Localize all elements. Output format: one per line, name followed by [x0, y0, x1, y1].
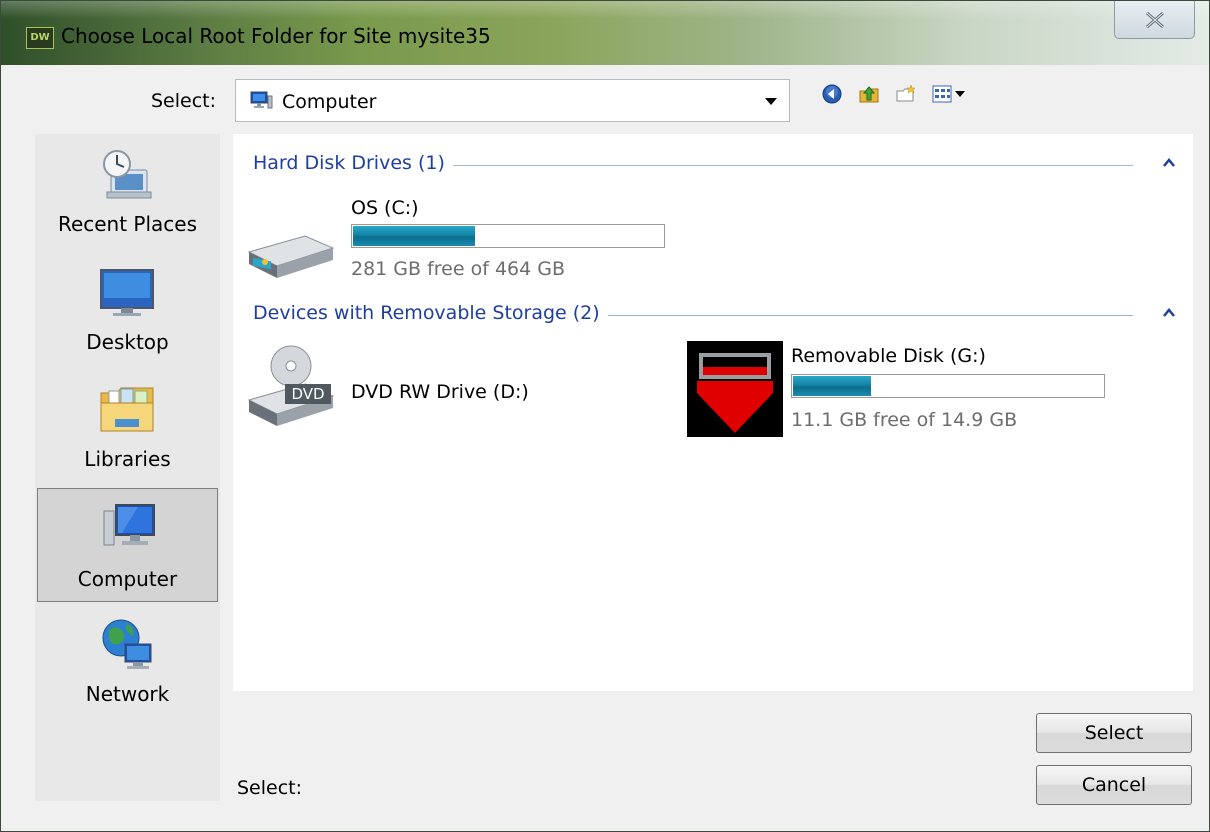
- dreamweaver-app-icon: DW: [26, 27, 54, 49]
- title-bar[interactable]: DW Choose Local Root Folder for Site mys…: [1, 1, 1209, 65]
- drive-free-space: 281 GB free of 464 GB: [351, 258, 566, 280]
- chevron-down-icon[interactable]: [765, 98, 777, 105]
- drive-name: OS (C:): [351, 197, 419, 219]
- removable-disk-icon: [687, 341, 783, 437]
- drive-item-d[interactable]: DVD DVD RW Drive (D:): [245, 344, 645, 436]
- drive-usage-bar: [351, 224, 665, 248]
- cancel-button[interactable]: Cancel: [1036, 765, 1192, 805]
- drive-usage-fill: [353, 226, 475, 246]
- location-text: Computer: [282, 91, 377, 113]
- places-bar: Recent Places Desktop Libraries Computer…: [35, 134, 220, 801]
- close-button[interactable]: [1114, 1, 1195, 39]
- place-libraries[interactable]: Libraries: [37, 369, 218, 483]
- dialog-window: DW Choose Local Root Folder for Site mys…: [0, 0, 1210, 832]
- computer-icon: [103, 504, 155, 546]
- drive-item-g[interactable]: Removable Disk (G:) 11.1 GB free of 14.9…: [687, 341, 1127, 437]
- group-title: Devices with Removable Storage (2): [253, 302, 608, 324]
- desktop-icon: [100, 269, 154, 316]
- place-recent-places[interactable]: Recent Places: [37, 134, 218, 248]
- network-icon: [102, 619, 152, 669]
- close-icon: [1146, 11, 1164, 29]
- new-folder-icon[interactable]: [895, 83, 917, 105]
- chevron-up-icon[interactable]: [1163, 158, 1175, 168]
- title-bar-gloss: [1, 1, 1209, 19]
- recent-places-icon: [103, 150, 152, 199]
- computer-small-icon: [250, 91, 273, 109]
- dvd-label: DVD: [291, 385, 324, 403]
- libraries-icon: [100, 387, 154, 432]
- drive-usage-fill: [793, 376, 871, 396]
- drive-item-c[interactable]: OS (C:) 281 GB free of 464 GB: [245, 194, 685, 284]
- chevron-up-icon[interactable]: [1163, 308, 1175, 318]
- up-folder-icon[interactable]: [858, 83, 880, 105]
- group-title: Hard Disk Drives (1): [253, 152, 453, 174]
- group-header-removable[interactable]: Devices with Removable Storage (2): [253, 302, 1175, 332]
- folder-name-label: Select:: [237, 777, 303, 799]
- select-button[interactable]: Select: [1036, 713, 1192, 753]
- place-desktop[interactable]: Desktop: [37, 252, 218, 366]
- place-computer[interactable]: Computer: [37, 488, 218, 602]
- back-icon[interactable]: [821, 83, 843, 105]
- drive-name: DVD RW Drive (D:): [351, 381, 529, 403]
- views-menu-icon[interactable]: [931, 83, 975, 105]
- place-label: Recent Places: [57, 212, 198, 236]
- dvd-drive-icon: DVD: [247, 345, 335, 426]
- hard-drive-icon: [247, 235, 335, 278]
- group-header-hard-disks[interactable]: Hard Disk Drives (1): [253, 152, 1175, 182]
- drive-usage-bar: [791, 374, 1105, 398]
- file-list-pane[interactable]: Hard Disk Drives (1) OS (C:) 281 GB free…: [233, 134, 1193, 691]
- place-label: Libraries: [84, 447, 171, 471]
- place-label: Computer: [77, 567, 178, 591]
- window-title: Choose Local Root Folder for Site mysite…: [61, 24, 491, 48]
- place-label: Desktop: [86, 330, 169, 354]
- location-dropdown[interactable]: Computer: [235, 79, 790, 122]
- place-network[interactable]: Network: [37, 604, 218, 718]
- look-in-label: Select:: [151, 90, 217, 112]
- place-label: Network: [85, 682, 170, 706]
- drive-name: Removable Disk (G:): [791, 345, 986, 367]
- drive-free-space: 11.1 GB free of 14.9 GB: [791, 409, 1018, 431]
